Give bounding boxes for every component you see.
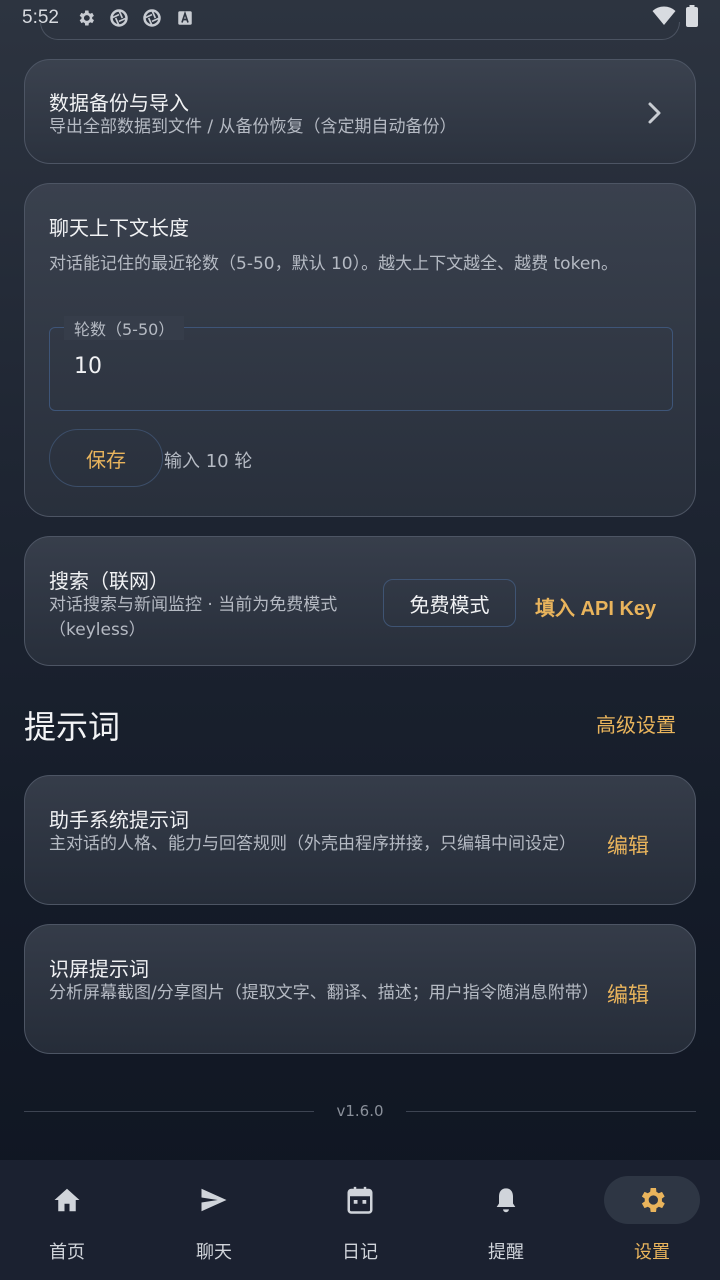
nav-item-reminders[interactable]: 提醒	[434, 1160, 578, 1280]
calendar-icon	[312, 1176, 408, 1224]
context-title: 聊天上下文长度	[49, 216, 189, 240]
prompt-title: 助手系统提示词	[49, 808, 189, 832]
rounds-input[interactable]: 轮数（5-50） 10	[49, 316, 673, 411]
version-text: v1.6.0	[336, 1102, 384, 1120]
bottom-navigation: 首页 聊天 日记 提醒 设置	[0, 1160, 720, 1280]
nav-item-settings[interactable]: 设置	[580, 1160, 720, 1280]
nav-item-chat[interactable]: 聊天	[142, 1160, 286, 1280]
backup-title: 数据备份与导入	[49, 91, 189, 115]
save-hint: 输入 10 轮	[164, 451, 253, 472]
context-description: 对话能记住的最近轮数（5-50，默认 10）。越大上下文越全、越费 token。	[49, 254, 619, 274]
nav-label: 日记	[342, 1242, 378, 1263]
nav-label: 设置	[634, 1242, 670, 1263]
previous-card-edge	[40, 22, 680, 40]
rounds-input-value[interactable]: 10	[74, 354, 102, 379]
advanced-settings-link[interactable]: 高级设置	[596, 709, 676, 738]
backup-description: 导出全部数据到文件 / 从备份恢复（含定期自动备份）	[49, 117, 457, 137]
assistant-prompt-card: 助手系统提示词 主对话的人格、能力与回答规则（外壳由程序拼接，只编辑中间设定） …	[24, 775, 696, 905]
nav-item-home[interactable]: 首页	[0, 1160, 139, 1280]
nav-label: 聊天	[196, 1242, 232, 1263]
nav-label: 提醒	[488, 1242, 524, 1263]
gear-icon	[604, 1176, 700, 1224]
version-divider: v1.6.0	[24, 1100, 696, 1122]
edit-screen-prompt-button[interactable]: 编辑	[607, 979, 649, 1009]
search-card: 搜索（联网） 对话搜索与新闻监控 · 当前为免费模式（keyless） 免费模式…	[24, 536, 696, 666]
prompt-description: 分析屏幕截图/分享图片（提取文字、翻译、描述；用户指令随消息附带）	[49, 983, 599, 1003]
backup-card[interactable]: 数据备份与导入 导出全部数据到文件 / 从备份恢复（含定期自动备份）	[24, 59, 696, 164]
free-mode-button[interactable]: 免费模式	[383, 579, 516, 627]
rounds-input-label: 轮数（5-50）	[64, 316, 185, 340]
edit-assistant-prompt-button[interactable]: 编辑	[607, 830, 649, 860]
home-icon	[19, 1176, 115, 1224]
prompt-title: 识屏提示词	[49, 957, 149, 981]
search-title: 搜索（联网）	[49, 569, 169, 593]
prompt-description: 主对话的人格、能力与回答规则（外壳由程序拼接，只编辑中间设定）	[49, 834, 576, 854]
fill-api-key-link[interactable]: 填入 API Key	[535, 592, 656, 621]
nav-item-diary[interactable]: 日记	[288, 1160, 432, 1280]
prompts-section-title: 提示词	[24, 708, 121, 746]
screen-prompt-card: 识屏提示词 分析屏幕截图/分享图片（提取文字、翻译、描述；用户指令随消息附带） …	[24, 924, 696, 1054]
nav-label: 首页	[49, 1242, 85, 1263]
chevron-right-icon	[643, 100, 665, 126]
battery-icon	[686, 4, 698, 32]
search-description: 对话搜索与新闻监控 · 当前为免费模式（keyless）	[49, 595, 338, 640]
bell-icon	[458, 1176, 554, 1224]
context-length-card: 聊天上下文长度 对话能记住的最近轮数（5-50，默认 10）。越大上下文越全、越…	[24, 183, 696, 517]
save-button[interactable]: 保存	[49, 429, 163, 487]
send-icon	[166, 1176, 262, 1224]
